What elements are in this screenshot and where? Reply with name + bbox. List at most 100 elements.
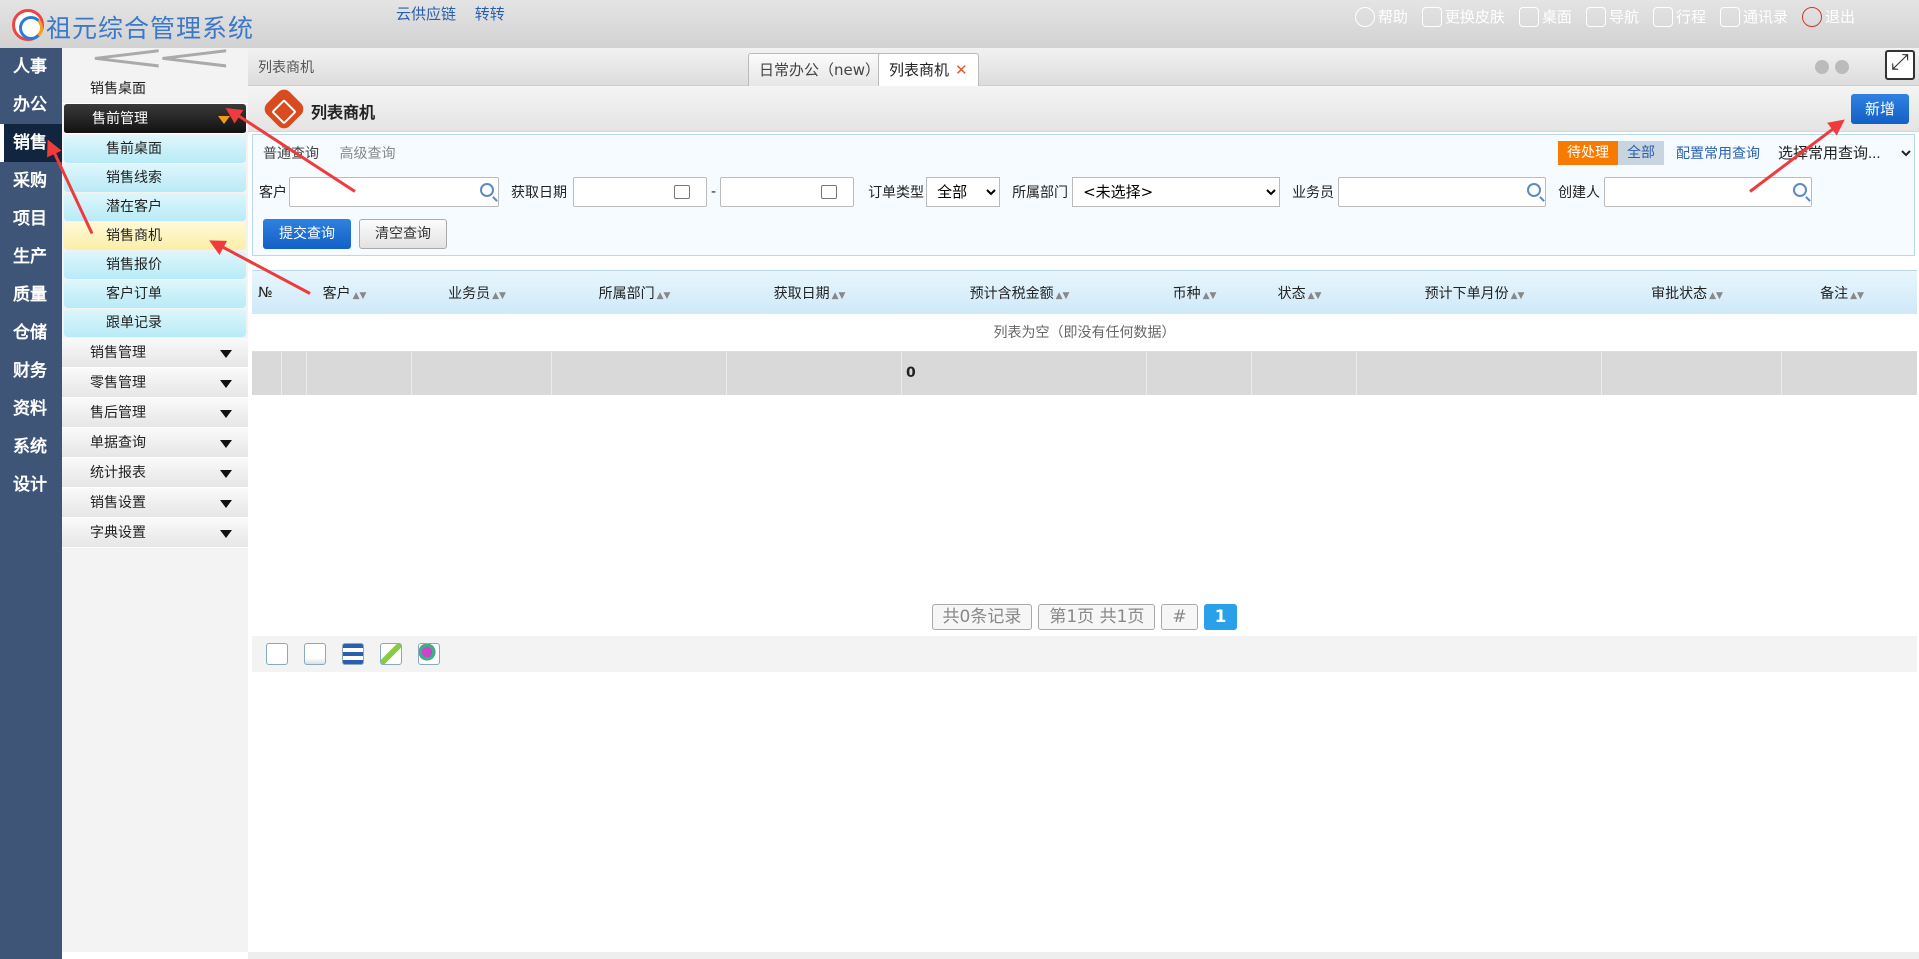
submit-query-button[interactable]: 提交查询 <box>263 219 351 249</box>
power-icon <box>1801 6 1822 27</box>
module-hr[interactable]: 人事 <box>0 48 62 86</box>
table-view-icon[interactable] <box>342 643 364 665</box>
dept-label: 所属部门 <box>1012 185 1069 201</box>
calendar-icon[interactable] <box>821 185 838 199</box>
col-dept[interactable]: 所属部门 ▲▼ <box>547 283 722 303</box>
creator-input[interactable] <box>1604 177 1813 207</box>
edit-icon[interactable] <box>380 643 402 665</box>
col-order-month[interactable]: 预计下单月份 ▲▼ <box>1352 283 1597 303</box>
config-query-link[interactable]: 配置常用查询 <box>1676 143 1760 163</box>
tab-bar: 列表商机 日常办公（new） 列表商机 ✕ <box>248 48 1919 296</box>
sort-icon: ▲▼ <box>352 290 367 301</box>
link-zhuanzhuan[interactable]: 转转 <box>475 5 505 23</box>
sidebar-group-retail[interactable]: 零售管理 <box>62 368 248 398</box>
pager-current[interactable]: 1 <box>1203 604 1238 630</box>
creator-label: 创建人 <box>1558 185 1601 201</box>
col-date[interactable]: 获取日期 ▲▼ <box>722 283 897 303</box>
sidebar-item-leads[interactable]: 销售线索 <box>64 164 246 192</box>
module-office[interactable]: 办公 <box>0 86 62 124</box>
module-quality[interactable]: 质量 <box>0 276 62 314</box>
sidebar-item-quotes[interactable]: 销售报价 <box>64 251 246 279</box>
module-finance[interactable]: 财务 <box>0 352 62 390</box>
chevron-down-icon <box>220 440 232 448</box>
module-design[interactable]: 设计 <box>0 466 62 504</box>
sidebar-item-prospects[interactable]: 潜在客户 <box>64 193 246 221</box>
common-query-select[interactable]: 选择常用查询... <box>1774 143 1914 163</box>
sort-icon: ▲▼ <box>1709 290 1723 301</box>
calendar-icon[interactable] <box>674 185 690 199</box>
col-approval[interactable]: 审批状态 ▲▼ <box>1597 283 1777 303</box>
sidebar-group-presale[interactable]: 售前管理 <box>64 104 246 134</box>
sidebar-item-orders[interactable]: 客户订单 <box>64 280 246 308</box>
col-customer[interactable]: 客户 ▲▼ <box>282 283 407 303</box>
col-status[interactable]: 状态 ▲▼ <box>1247 283 1352 303</box>
empty-message: 列表为空（即没有任何数据） <box>252 314 1917 352</box>
link-cloud-supply[interactable]: 云供应链 <box>396 5 456 23</box>
dept-select[interactable]: <未选择> <box>1072 177 1281 207</box>
chevron-down-icon <box>220 470 232 478</box>
tab-advanced-query[interactable]: 高级查询 <box>339 146 395 162</box>
tab-opportunity-list[interactable]: 列表商机 ✕ <box>878 53 979 86</box>
module-purchase[interactable]: 采购 <box>0 162 62 200</box>
sidebar-group-sales-mgmt[interactable]: 销售管理 <box>62 338 248 368</box>
col-currency[interactable]: 币种 ▲▼ <box>1142 283 1247 303</box>
document-icon[interactable] <box>304 643 326 665</box>
filter-pending[interactable]: 待处理 <box>1558 141 1618 165</box>
sidebar-group-aftersale[interactable]: 售后管理 <box>62 398 248 428</box>
close-icon[interactable]: ✕ <box>955 61 968 79</box>
sort-icon: ▲▼ <box>831 290 846 301</box>
pager-records: 共0条记录 <box>931 604 1033 630</box>
query-panel: 普通查询 高级查询 待处理 全部 配置常用查询 选择常用查询... 客户 获取日… <box>252 134 1915 256</box>
filter-all[interactable]: 全部 <box>1618 141 1664 165</box>
contact-icon <box>1719 6 1740 27</box>
search-icon[interactable] <box>480 183 494 197</box>
salesman-label: 业务员 <box>1292 185 1335 201</box>
chevron-down-icon <box>220 350 232 358</box>
module-data[interactable]: 资料 <box>0 390 62 428</box>
fullscreen-icon[interactable] <box>1885 50 1915 80</box>
contacts-button[interactable]: 通讯录 <box>1719 6 1788 27</box>
sidebar: 销售桌面 售前管理 售前桌面 销售线索 潜在客户 销售商机 销售报价 客户订单 … <box>62 48 248 952</box>
module-warehouse[interactable]: 仓储 <box>0 314 62 352</box>
shirt-icon <box>1421 6 1442 27</box>
order-type-select[interactable]: 全部 <box>926 177 1001 207</box>
add-button[interactable]: 新增 <box>1851 94 1909 124</box>
customer-label: 客户 <box>259 185 287 201</box>
module-system[interactable]: 系统 <box>0 428 62 466</box>
total-amount: 0 <box>902 352 1147 395</box>
sidebar-group-docs[interactable]: 单据查询 <box>62 428 248 458</box>
desktop-button[interactable]: 桌面 <box>1518 6 1572 27</box>
clear-query-button[interactable]: 清空查询 <box>359 219 447 249</box>
pager-goto[interactable]: # <box>1161 604 1198 630</box>
select-all-icon[interactable] <box>266 643 288 665</box>
grid-total-row: 0 <box>252 352 1917 395</box>
chevron-down-icon <box>220 500 232 508</box>
sidebar-item-followup[interactable]: 跟单记录 <box>64 309 246 337</box>
help-button[interactable]: 帮助 <box>1354 6 1408 27</box>
settings-icon[interactable] <box>418 643 440 665</box>
search-icon[interactable] <box>1793 183 1808 197</box>
module-production[interactable]: 生产 <box>0 238 62 276</box>
salesman-input[interactable] <box>1338 177 1547 207</box>
customer-input[interactable] <box>289 177 499 207</box>
module-project[interactable]: 项目 <box>0 200 62 238</box>
sidebar-group-reports[interactable]: 统计报表 <box>62 458 248 488</box>
col-amount[interactable]: 预计含税金额 ▲▼ <box>897 283 1142 303</box>
date-end-input[interactable] <box>720 177 855 207</box>
sidebar-group-dict[interactable]: 字典设置 <box>62 518 248 548</box>
tab-next-icon[interactable] <box>1835 60 1849 74</box>
logout-button[interactable]: 退出 <box>1801 6 1855 27</box>
col-salesman[interactable]: 业务员 ▲▼ <box>407 283 547 303</box>
col-remark[interactable]: 备注 ▲▼ <box>1777 283 1907 303</box>
sidebar-item-presale-desktop[interactable]: 售前桌面 <box>64 135 246 163</box>
nav-button[interactable]: 导航 <box>1585 6 1639 27</box>
collapse-sidebar-icon[interactable] <box>62 48 248 74</box>
schedule-button[interactable]: 行程 <box>1652 6 1706 27</box>
sidebar-group-settings[interactable]: 销售设置 <box>62 488 248 518</box>
date-start-input[interactable] <box>573 177 707 207</box>
tab-prev-icon[interactable] <box>1815 60 1829 74</box>
skin-button[interactable]: 更换皮肤 <box>1421 6 1505 27</box>
sidebar-item-sales-desktop[interactable]: 销售桌面 <box>62 74 248 104</box>
tab-daily-office[interactable]: 日常办公（new） <box>748 53 892 86</box>
search-icon[interactable] <box>1527 183 1542 197</box>
